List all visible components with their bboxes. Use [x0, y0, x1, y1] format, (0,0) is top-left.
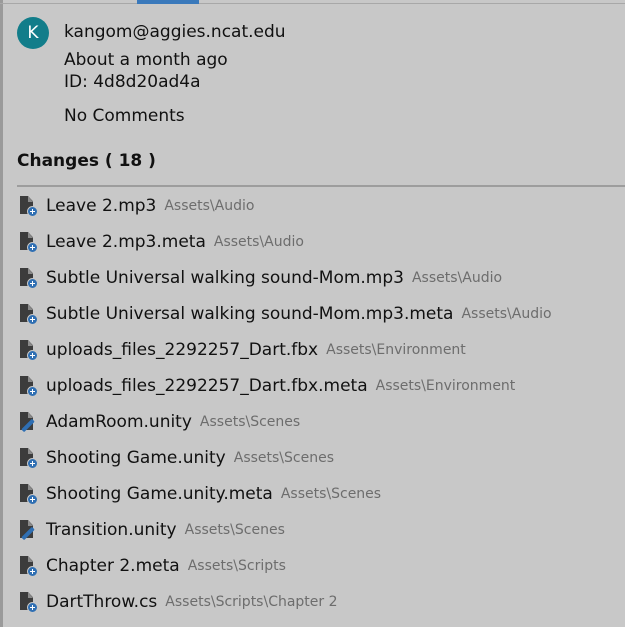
change-row[interactable]: Subtle Universal walking sound-Mom.mp3 As… — [17, 260, 625, 296]
change-file-name: uploads_files_2292257_Dart.fbx.meta — [46, 376, 368, 396]
file-added-icon — [20, 268, 38, 289]
change-row[interactable]: Transition.unity Assets\Scenes — [17, 512, 625, 548]
change-file-path: Assets\Audio — [213, 234, 304, 250]
file-modified-icon — [20, 520, 35, 541]
file-added-icon — [20, 592, 38, 613]
file-added-icon — [20, 304, 38, 325]
change-file-path: Assets\Audio — [164, 198, 255, 214]
change-row[interactable]: uploads_files_2292257_Dart.fbx.meta Asset… — [17, 368, 625, 404]
change-row[interactable]: Leave 2.mp3.meta Assets\Audio — [17, 224, 625, 260]
panel-left-edge — [0, 0, 3, 627]
file-added-icon — [20, 340, 38, 361]
change-file-name: Leave 2.mp3.meta — [46, 232, 206, 252]
change-file-name: Subtle Universal walking sound-Mom.mp3.m… — [46, 304, 454, 324]
change-file-name: uploads_files_2292257_Dart.fbx — [46, 340, 319, 360]
change-file-path: Assets\Scenes — [199, 414, 301, 430]
commit-time: About a month ago — [64, 50, 228, 70]
change-row[interactable]: Subtle Universal walking sound-Mom.mp3.m… — [17, 296, 625, 332]
change-file-path: Assets\Scripts\Chapter 2 — [165, 594, 338, 610]
change-file-name: Subtle Universal walking sound-Mom.mp3 — [46, 268, 404, 288]
change-file-path: Assets\Audio — [411, 270, 503, 286]
change-file-name: Shooting Game.unity.meta — [46, 484, 273, 504]
commit-details-panel: K kangom@aggies.ncat.edu About a month a… — [0, 0, 625, 627]
file-added-icon — [20, 484, 38, 505]
change-file-name: DartThrow.cs — [46, 592, 158, 612]
changes-header: Changes ( 18 ) — [17, 151, 156, 171]
change-row[interactable]: DartThrow.cs Assets\Scripts\Chapter 2 — [17, 584, 625, 620]
change-row[interactable]: Shooting Game.unity.meta Assets\Scenes — [17, 476, 625, 512]
file-added-icon — [20, 196, 38, 217]
changes-divider — [17, 185, 625, 187]
change-file-path: Assets\Scenes — [233, 450, 335, 466]
file-added-icon — [20, 376, 38, 397]
file-added-icon — [20, 232, 38, 253]
change-row[interactable]: Chapter 2.meta Assets\Scripts — [17, 548, 625, 584]
tab-bar-divider — [0, 3, 625, 4]
file-added-icon — [20, 556, 38, 577]
change-file-name: AdamRoom.unity — [46, 412, 192, 432]
commit-author: kangom@aggies.ncat.edu — [64, 22, 286, 42]
commit-comments: No Comments — [64, 106, 185, 126]
change-file-path: Assets\Environment — [326, 342, 466, 358]
file-modified-icon — [20, 412, 35, 433]
change-file-path: Assets\Audio — [461, 306, 552, 322]
change-file-path: Assets\Environment — [375, 378, 516, 394]
avatar-letter: K — [27, 23, 39, 43]
avatar: K — [17, 17, 49, 49]
change-file-name: Transition.unity — [46, 520, 177, 540]
change-row[interactable]: Leave 2.mp3 Assets\Audio — [17, 188, 625, 224]
changes-list: Leave 2.mp3 Assets\Audio Leave 2.mp3.meta A… — [17, 188, 625, 620]
change-row[interactable]: AdamRoom.unity Assets\Scenes — [17, 404, 625, 440]
active-tab-indicator — [137, 0, 199, 4]
change-row[interactable]: uploads_files_2292257_Dart.fbx Assets\Env… — [17, 332, 625, 368]
change-file-path: Assets\Scenes — [280, 486, 382, 502]
change-file-name: Leave 2.mp3 — [46, 196, 157, 216]
change-file-path: Assets\Scripts — [187, 558, 286, 574]
change-file-path: Assets\Scenes — [184, 522, 285, 538]
file-added-icon — [20, 448, 38, 469]
change-file-name: Chapter 2.meta — [46, 556, 180, 576]
change-file-name: Shooting Game.unity — [46, 448, 226, 468]
change-row[interactable]: Shooting Game.unity Assets\Scenes — [17, 440, 625, 476]
commit-id: ID: 4d8d20ad4a — [64, 72, 201, 92]
